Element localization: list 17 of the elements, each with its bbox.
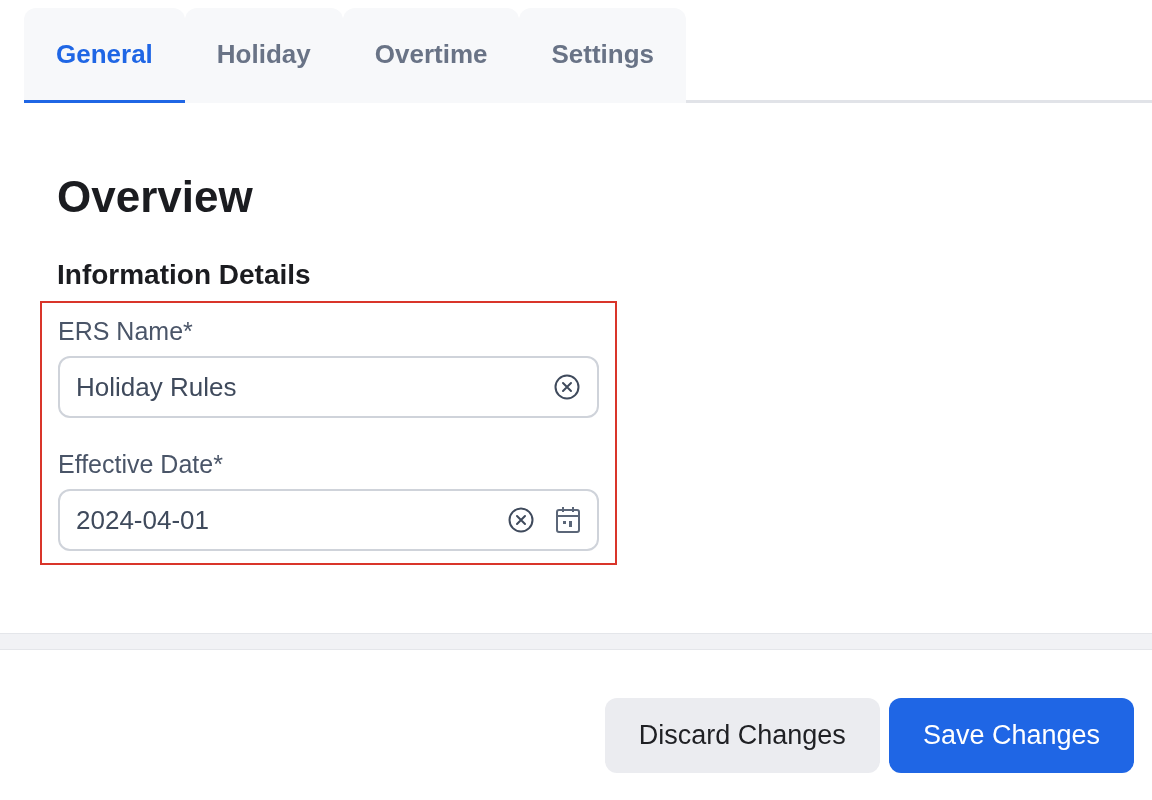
tab[interactable]: General: [24, 8, 185, 103]
calendar-icon[interactable]: [555, 506, 581, 534]
page-heading: Overview: [57, 175, 254, 219]
field-value[interactable]: Holiday Rules: [76, 367, 533, 407]
input-field[interactable]: Holiday Rules: [58, 356, 599, 418]
tab[interactable]: Settings: [519, 8, 687, 103]
field-label: ERS Name*: [58, 319, 194, 344]
field-value[interactable]: 2024-04-01: [76, 500, 487, 540]
save-button[interactable]: Save Changes: [888, 698, 1134, 773]
section-title: Information Details: [57, 261, 312, 289]
tab[interactable]: Holiday: [184, 8, 343, 103]
discard-button[interactable]: Discard Changes: [604, 698, 880, 773]
input-field[interactable]: 2024-04-01: [58, 489, 599, 551]
tab[interactable]: Overtime: [342, 8, 520, 103]
field-label: Effective Date*: [58, 452, 224, 477]
clear-icon[interactable]: [507, 506, 535, 534]
clear-icon[interactable]: [553, 373, 581, 401]
